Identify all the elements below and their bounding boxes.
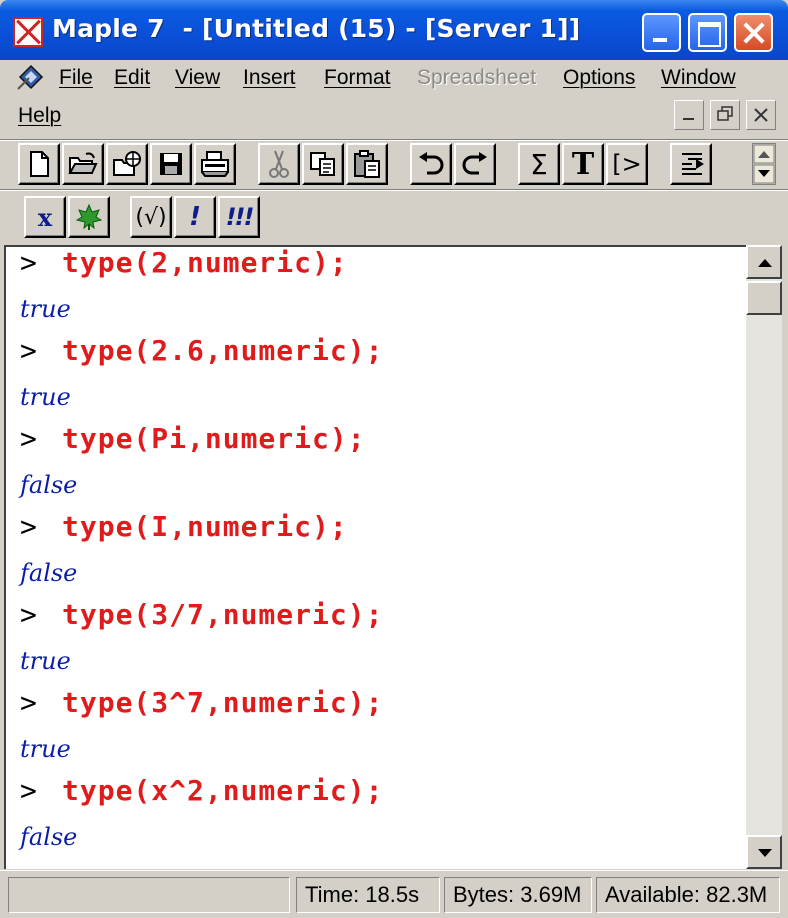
redo-button[interactable]	[454, 143, 496, 185]
input-prompt: >	[20, 686, 37, 719]
menu-view[interactable]: View	[175, 66, 220, 90]
save-icon	[160, 153, 182, 175]
menu-format[interactable]: Format	[324, 66, 391, 90]
menu-file[interactable]: File	[59, 66, 93, 90]
section-indent-icon	[682, 153, 704, 175]
check-syntax-button[interactable]: (√)	[130, 196, 172, 238]
save-button[interactable]	[150, 143, 192, 185]
minimize-button[interactable]	[642, 13, 681, 52]
document-restore-button[interactable]	[710, 100, 740, 130]
menu-separator	[0, 139, 788, 141]
status-bytes: Bytes: 3.69M	[444, 877, 592, 913]
input-prompt: >	[20, 334, 37, 367]
title-bar[interactable]: Maple 7 - [Untitled (15) - [Server 1]]	[0, 0, 788, 60]
toolbar-separator	[0, 189, 788, 191]
input-prompt: >	[20, 510, 37, 543]
output-line: true	[20, 735, 71, 763]
menu-help[interactable]: Help	[18, 104, 61, 128]
execute-button[interactable]: !	[174, 196, 216, 238]
close-icon	[754, 108, 768, 122]
close-button[interactable]	[734, 13, 773, 52]
insert-text-button[interactable]: T	[562, 143, 604, 185]
copy-button[interactable]	[302, 143, 344, 185]
copy-icon	[310, 152, 335, 176]
paste-icon	[354, 150, 380, 178]
input-line[interactable]: type(Pi,numeric);	[62, 422, 366, 455]
execution-group-icon: [>	[612, 150, 642, 178]
output-line: false	[20, 559, 78, 587]
open-url-button[interactable]	[106, 143, 148, 185]
execute-all-button[interactable]: !!!	[218, 196, 260, 238]
math-x-icon: x	[37, 202, 53, 232]
arrow-down-icon	[758, 849, 772, 857]
spin-arrows-icon	[753, 144, 775, 184]
input-line[interactable]: type(3/7,numeric);	[62, 598, 383, 631]
document-close-button[interactable]	[746, 100, 776, 130]
open-folder-icon	[68, 152, 98, 174]
open-url-icon	[113, 151, 141, 176]
document-minimize-button[interactable]	[674, 100, 704, 130]
sigma-icon: Σ	[530, 147, 548, 181]
menu-insert[interactable]: Insert	[243, 66, 296, 90]
indent-section-button[interactable]	[670, 143, 712, 185]
maple-leaf-icon	[75, 203, 103, 230]
toolbar-spin-control[interactable]	[752, 143, 776, 185]
menu-options[interactable]: Options	[563, 66, 635, 90]
undo-button[interactable]	[410, 143, 452, 185]
input-line[interactable]: type(x^2,numeric);	[62, 774, 383, 807]
maple-document-icon[interactable]	[16, 63, 46, 91]
worksheet[interactable]: > type(2,numeric); true > type(2.6,numer…	[4, 245, 746, 869]
output-line: true	[20, 383, 71, 411]
status-bar: Time: 18.5s Bytes: 3.69M Available: 82.3…	[0, 870, 788, 918]
paste-button[interactable]	[346, 143, 388, 185]
input-line[interactable]: type(2,numeric);	[62, 247, 348, 279]
cut-icon	[269, 150, 289, 178]
status-available: Available: 82.3M	[596, 877, 780, 913]
input-prompt: >	[20, 598, 37, 631]
maple-leaf-button[interactable]	[68, 196, 110, 238]
maple-app-icon[interactable]	[13, 17, 43, 47]
menu-edit[interactable]: Edit	[114, 66, 150, 90]
output-line: false	[20, 823, 78, 851]
open-file-button[interactable]	[62, 143, 104, 185]
new-file-icon	[30, 151, 49, 177]
input-prompt: >	[20, 774, 37, 807]
menu-window[interactable]: Window	[661, 66, 736, 90]
menu-spreadsheet[interactable]: Spreadsheet	[417, 66, 536, 90]
restore-icon	[717, 106, 733, 121]
status-time: Time: 18.5s	[296, 877, 440, 913]
input-line[interactable]: type(I,numeric);	[62, 510, 348, 543]
undo-icon	[419, 152, 444, 175]
insert-input-button[interactable]: [>	[606, 143, 648, 185]
print-button[interactable]	[194, 143, 236, 185]
input-prompt: >	[20, 246, 37, 279]
maximize-button[interactable]	[688, 13, 727, 52]
execute-icon: !	[189, 202, 201, 232]
math-mode-button[interactable]: x	[24, 196, 66, 238]
input-prompt: >	[20, 422, 37, 455]
minimize-icon	[683, 118, 694, 120]
output-line: true	[20, 295, 71, 323]
scroll-down-button[interactable]	[746, 835, 782, 869]
arrow-up-icon	[758, 259, 772, 267]
insert-math-button[interactable]: Σ	[518, 143, 560, 185]
text-t-icon: T	[571, 146, 595, 182]
input-line[interactable]: type(2.6,numeric);	[62, 334, 383, 367]
new-file-button[interactable]	[18, 143, 60, 185]
print-icon	[201, 151, 229, 177]
checkmark-icon: (√)	[135, 204, 167, 230]
scrollbar-thumb[interactable]	[746, 281, 782, 315]
cut-button[interactable]	[258, 143, 300, 185]
vertical-scrollbar[interactable]	[746, 245, 782, 869]
status-message-panel	[8, 877, 290, 913]
execute-all-icon: !!!	[225, 203, 255, 231]
input-line[interactable]: type(3^7,numeric);	[62, 686, 383, 719]
output-line: true	[20, 647, 71, 675]
scroll-up-button[interactable]	[746, 245, 782, 279]
redo-icon	[462, 152, 487, 175]
output-line: false	[20, 471, 78, 499]
window-title: Maple 7 - [Untitled (15) - [Server 1]]	[52, 14, 581, 43]
